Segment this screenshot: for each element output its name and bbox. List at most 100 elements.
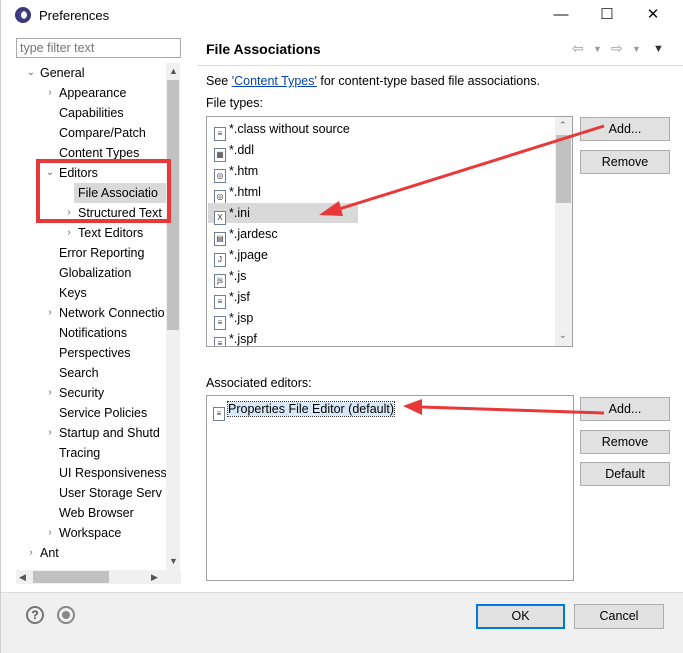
tree-item-startup-shutdown[interactable]: › Startup and Shutd — [48, 423, 159, 443]
minimize-button[interactable]: — — [538, 0, 584, 32]
file-type-row[interactable]: js *.js — [208, 266, 247, 288]
editor-row[interactable]: ≡ Properties File Editor (default) — [213, 399, 396, 421]
chevron-down-icon[interactable]: ⌄ — [26, 63, 36, 83]
chevron-right-icon[interactable]: › — [45, 303, 55, 323]
file-type-row[interactable]: ◎ *.htm — [208, 161, 259, 183]
file-type-name: *.jsf — [229, 290, 250, 304]
filter-field[interactable] — [16, 38, 181, 58]
scroll-right-icon[interactable]: ▶ — [151, 572, 158, 583]
chevron-right-icon[interactable]: › — [45, 383, 55, 403]
file-type-row[interactable]: J *.jpage — [208, 245, 268, 267]
cancel-button[interactable]: Cancel — [574, 604, 664, 629]
remove-file-type-button[interactable]: Remove — [580, 150, 670, 174]
tree-item-ant[interactable]: › Ant — [29, 543, 58, 563]
file-type-row[interactable]: ≡ *.class without source — [208, 119, 350, 141]
close-button[interactable]: ✕ — [630, 0, 676, 32]
view-menu-icon[interactable]: ▼ — [653, 43, 664, 55]
content-types-hint: See 'Content Types' for content-type bas… — [206, 74, 540, 88]
html-file-icon: ◎ — [214, 190, 226, 204]
tree-item-service-policies[interactable]: Service Policies — [59, 403, 147, 423]
chevron-right-icon[interactable]: › — [45, 523, 55, 543]
content-types-link[interactable]: 'Content Types' — [232, 74, 317, 88]
tree-item-workspace[interactable]: › Workspace — [48, 523, 121, 543]
file-type-name: *.ini — [229, 206, 250, 220]
file-type-row[interactable]: ▤ *.jardesc — [208, 224, 278, 246]
editor-name: Properties File Editor (default) — [226, 401, 396, 417]
tree-item-perspectives[interactable]: Perspectives — [59, 343, 131, 363]
file-type-name: *.js — [229, 269, 247, 283]
forward-menu-icon[interactable]: ▼ — [632, 44, 641, 54]
file-types-list[interactable]: ≡ *.class without source ▦ *.ddl ◎ *.htm ◎ *.ht… — [206, 116, 573, 347]
associated-editors-list[interactable]: ≡ Properties File Editor (default) — [206, 395, 574, 581]
forward-arrow-icon[interactable]: ⇨ — [611, 40, 623, 57]
tree-item-user-storage[interactable]: User Storage Serv — [59, 483, 162, 503]
filter-input[interactable] — [17, 39, 180, 57]
tree-item-general[interactable]: ⌄ General — [27, 63, 85, 83]
file-types-label: File types: — [206, 96, 263, 110]
window-title: Preferences — [39, 8, 110, 23]
file-type-row[interactable]: ≡ *.jsp — [208, 308, 254, 330]
file-type-row[interactable]: ◎ *.html — [208, 182, 261, 204]
title-separator — [197, 65, 683, 66]
preferences-window: Preferences — ☐ ✕ ⌄General ›Appearance C… — [0, 0, 683, 653]
default-editor-button[interactable]: Default — [580, 462, 670, 486]
file-type-row[interactable]: ≡ *.jsf — [208, 287, 250, 309]
chevron-right-icon[interactable]: › — [45, 423, 55, 443]
back-menu-icon[interactable]: ▼ — [593, 44, 602, 54]
tree-item-keys[interactable]: Keys — [59, 283, 87, 303]
title-bar: Preferences — ☐ ✕ — [1, 0, 683, 32]
tree-item-appearance[interactable]: › Appearance — [48, 83, 126, 103]
tree-horizontal-scroll-thumb[interactable] — [33, 571, 109, 583]
tree-item-notifications[interactable]: Notifications — [59, 323, 127, 343]
tree-item-compare-patch[interactable]: Compare/Patch — [59, 123, 146, 143]
scroll-down-icon[interactable]: ▼ — [169, 556, 178, 566]
tree-item-text-editors[interactable]: › Text Editors — [67, 223, 143, 243]
file-text-icon: ≡ — [214, 127, 226, 141]
tree-item-security[interactable]: › Security — [48, 383, 104, 403]
file-type-name: *.jardesc — [229, 227, 278, 241]
file-type-row[interactable]: ▦ *.ddl — [208, 140, 255, 162]
file-type-row[interactable]: X *.ini — [208, 203, 358, 225]
import-export-icon[interactable] — [57, 606, 75, 624]
maximize-button[interactable]: ☐ — [584, 0, 630, 32]
file-type-name: *.ddl — [229, 143, 255, 157]
file-types-scroll-thumb[interactable] — [556, 135, 571, 203]
help-icon[interactable]: ? — [26, 606, 44, 624]
tree-item-tracing[interactable]: Tracing — [59, 443, 100, 463]
scroll-up-icon[interactable]: ▲ — [169, 66, 178, 76]
page-title: File Associations — [206, 41, 321, 57]
tree-item-network-connections[interactable]: › Network Connectio — [48, 303, 164, 323]
tree-item-capabilities[interactable]: Capabilities — [59, 103, 124, 123]
file-type-row[interactable]: ≡ *.jspf — [208, 329, 257, 346]
remove-editor-button[interactable]: Remove — [580, 430, 670, 454]
jardesc-file-icon: ▤ — [214, 232, 226, 246]
chevron-right-icon[interactable]: › — [64, 223, 74, 243]
scroll-up-icon[interactable]: ⌃ — [559, 120, 567, 131]
annotation-highlight-box — [36, 159, 171, 223]
scroll-left-icon[interactable]: ◀ — [19, 572, 26, 583]
file-type-name: *.html — [229, 185, 261, 199]
tree-item-ui-responsiveness[interactable]: UI Responsiveness — [59, 463, 167, 483]
ddl-file-icon: ▦ — [214, 148, 226, 162]
file-type-name: *.htm — [229, 164, 259, 178]
preference-tree: ⌄ General › Appearance Capabilities Compar… — [16, 63, 181, 584]
tree-item-globalization[interactable]: Globalization — [59, 263, 131, 283]
tree-item-error-reporting[interactable]: Error Reporting — [59, 243, 144, 263]
add-file-type-button[interactable]: Add... — [580, 117, 670, 141]
file-text-icon: ≡ — [213, 407, 225, 421]
scroll-down-icon[interactable]: ⌄ — [559, 330, 567, 341]
java-file-icon: J — [214, 253, 226, 267]
associated-editors-label: Associated editors: — [206, 376, 312, 390]
file-text-icon: ≡ — [214, 316, 226, 330]
add-editor-button[interactable]: Add... — [580, 397, 670, 421]
back-arrow-icon[interactable]: ⇦ — [572, 40, 584, 57]
tree-item-web-browser[interactable]: Web Browser — [59, 503, 134, 523]
ok-button[interactable]: OK — [476, 604, 565, 629]
file-text-icon: ≡ — [214, 295, 226, 309]
chevron-right-icon[interactable]: › — [26, 543, 36, 563]
tree-item-search[interactable]: Search — [59, 363, 99, 383]
eclipse-icon — [15, 7, 31, 23]
file-type-name: *.jsp — [229, 311, 254, 325]
chevron-right-icon[interactable]: › — [45, 83, 55, 103]
js-file-icon: js — [214, 274, 226, 288]
